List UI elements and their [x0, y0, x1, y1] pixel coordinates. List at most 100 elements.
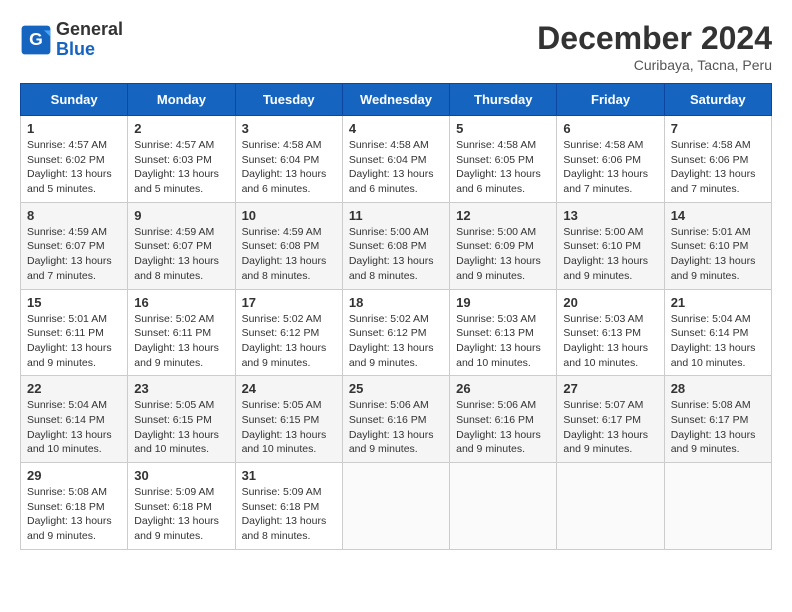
- calendar-cell: 20Sunrise: 5:03 AM Sunset: 6:13 PM Dayli…: [557, 289, 664, 376]
- logo-icon: G: [20, 24, 52, 56]
- day-number: 26: [456, 381, 550, 396]
- day-number: 17: [242, 295, 336, 310]
- calendar-cell: 19 Sunrise: 5:03 AM Sunset: 6:13 PM Dayli…: [450, 289, 557, 376]
- page-header: G General Blue December 2024 Curibaya, T…: [20, 20, 772, 73]
- day-info: Sunrise: 5:06 AM Sunset: 6:16 PM Dayligh…: [349, 398, 443, 457]
- calendar-cell: 12 Sunrise: 5:00 AM Sunset: 6:09 PM Dayli…: [450, 202, 557, 289]
- day-info: Sunrise: 4:58 AM Sunset: 6:04 PM Dayligh…: [349, 138, 443, 197]
- calendar-cell: 1Sunrise: 4:57 AM Sunset: 6:02 PM Daylig…: [21, 116, 128, 203]
- day-info: Sunrise: 4:58 AM Sunset: 6:05 PM Dayligh…: [456, 138, 550, 197]
- calendar-cell: [664, 463, 771, 550]
- day-number: 11: [349, 208, 443, 223]
- day-info: Sunrise: 5:00 AM Sunset: 6:08 PM Dayligh…: [349, 225, 443, 284]
- calendar-cell: 3 Sunrise: 4:58 AM Sunset: 6:04 PM Daylig…: [235, 116, 342, 203]
- calendar-cell: 11 Sunrise: 5:00 AM Sunset: 6:08 PM Dayli…: [342, 202, 449, 289]
- calendar-cell: 10 Sunrise: 4:59 AM Sunset: 6:08 PM Dayli…: [235, 202, 342, 289]
- calendar-cell: 8 Sunrise: 4:59 AM Sunset: 6:07 PM Daylig…: [21, 202, 128, 289]
- day-number: 7: [671, 121, 765, 136]
- calendar-cell: 25 Sunrise: 5:06 AM Sunset: 6:16 PM Dayli…: [342, 376, 449, 463]
- day-info: Sunrise: 4:58 AM Sunset: 6:06 PM Dayligh…: [671, 138, 765, 197]
- day-info: Sunrise: 5:01 AM Sunset: 6:11 PM Dayligh…: [27, 312, 121, 371]
- day-number: 16: [134, 295, 228, 310]
- day-number: 15: [27, 295, 121, 310]
- day-info: Sunrise: 5:09 AM Sunset: 6:18 PM Dayligh…: [134, 485, 228, 544]
- day-info: Sunrise: 4:59 AM Sunset: 6:07 PM Dayligh…: [134, 225, 228, 284]
- calendar-cell: 21 Sunrise: 5:04 AM Sunset: 6:14 PM Dayli…: [664, 289, 771, 376]
- day-number: 22: [27, 381, 121, 396]
- day-info: Sunrise: 5:01 AM Sunset: 6:10 PM Dayligh…: [671, 225, 765, 284]
- calendar-cell: 15 Sunrise: 5:01 AM Sunset: 6:11 PM Dayli…: [21, 289, 128, 376]
- day-number: 24: [242, 381, 336, 396]
- weekday-header: Saturday: [664, 84, 771, 116]
- day-info: Sunrise: 4:57 AM Sunset: 6:02 PM Dayligh…: [27, 138, 121, 197]
- calendar-cell: 31Sunrise: 5:09 AM Sunset: 6:18 PM Dayli…: [235, 463, 342, 550]
- calendar-cell: 26 Sunrise: 5:06 AM Sunset: 6:16 PM Dayli…: [450, 376, 557, 463]
- calendar-week-row: 22Sunrise: 5:04 AM Sunset: 6:14 PM Dayli…: [21, 376, 772, 463]
- calendar-cell: 18 Sunrise: 5:02 AM Sunset: 6:12 PM Dayli…: [342, 289, 449, 376]
- calendar-cell: [557, 463, 664, 550]
- calendar-cell: 7 Sunrise: 4:58 AM Sunset: 6:06 PM Daylig…: [664, 116, 771, 203]
- day-number: 18: [349, 295, 443, 310]
- day-number: 21: [671, 295, 765, 310]
- day-number: 20: [563, 295, 657, 310]
- svg-text:G: G: [29, 29, 43, 49]
- day-info: Sunrise: 5:05 AM Sunset: 6:15 PM Dayligh…: [242, 398, 336, 457]
- calendar-table: SundayMondayTuesdayWednesdayThursdayFrid…: [20, 83, 772, 550]
- calendar-week-row: 1Sunrise: 4:57 AM Sunset: 6:02 PM Daylig…: [21, 116, 772, 203]
- calendar-body: 1Sunrise: 4:57 AM Sunset: 6:02 PM Daylig…: [21, 116, 772, 550]
- day-number: 3: [242, 121, 336, 136]
- day-info: Sunrise: 5:08 AM Sunset: 6:18 PM Dayligh…: [27, 485, 121, 544]
- calendar-cell: 2 Sunrise: 4:57 AM Sunset: 6:03 PM Daylig…: [128, 116, 235, 203]
- day-info: Sunrise: 4:58 AM Sunset: 6:04 PM Dayligh…: [242, 138, 336, 197]
- day-info: Sunrise: 5:06 AM Sunset: 6:16 PM Dayligh…: [456, 398, 550, 457]
- day-number: 14: [671, 208, 765, 223]
- weekday-header: Sunday: [21, 84, 128, 116]
- location: Curibaya, Tacna, Peru: [537, 57, 772, 73]
- calendar-cell: 13Sunrise: 5:00 AM Sunset: 6:10 PM Dayli…: [557, 202, 664, 289]
- day-number: 29: [27, 468, 121, 483]
- calendar-cell: 24 Sunrise: 5:05 AM Sunset: 6:15 PM Dayli…: [235, 376, 342, 463]
- day-info: Sunrise: 4:59 AM Sunset: 6:07 PM Dayligh…: [27, 225, 121, 284]
- weekday-header: Monday: [128, 84, 235, 116]
- day-number: 9: [134, 208, 228, 223]
- month-title: December 2024: [537, 20, 772, 57]
- day-number: 12: [456, 208, 550, 223]
- day-number: 6: [563, 121, 657, 136]
- day-info: Sunrise: 5:02 AM Sunset: 6:11 PM Dayligh…: [134, 312, 228, 371]
- day-number: 28: [671, 381, 765, 396]
- calendar-week-row: 8 Sunrise: 4:59 AM Sunset: 6:07 PM Daylig…: [21, 202, 772, 289]
- logo-text: General Blue: [56, 20, 123, 60]
- calendar-cell: 6Sunrise: 4:58 AM Sunset: 6:06 PM Daylig…: [557, 116, 664, 203]
- day-number: 25: [349, 381, 443, 396]
- day-info: Sunrise: 4:59 AM Sunset: 6:08 PM Dayligh…: [242, 225, 336, 284]
- day-info: Sunrise: 5:04 AM Sunset: 6:14 PM Dayligh…: [671, 312, 765, 371]
- calendar-cell: 5 Sunrise: 4:58 AM Sunset: 6:05 PM Daylig…: [450, 116, 557, 203]
- weekday-header: Wednesday: [342, 84, 449, 116]
- day-info: Sunrise: 5:02 AM Sunset: 6:12 PM Dayligh…: [242, 312, 336, 371]
- weekday-header: Tuesday: [235, 84, 342, 116]
- calendar-cell: 27 Sunrise: 5:07 AM Sunset: 6:17 PM Dayli…: [557, 376, 664, 463]
- day-info: Sunrise: 5:00 AM Sunset: 6:09 PM Dayligh…: [456, 225, 550, 284]
- day-number: 8: [27, 208, 121, 223]
- day-info: Sunrise: 5:08 AM Sunset: 6:17 PM Dayligh…: [671, 398, 765, 457]
- day-number: 2: [134, 121, 228, 136]
- calendar-cell: 17 Sunrise: 5:02 AM Sunset: 6:12 PM Dayli…: [235, 289, 342, 376]
- logo: G General Blue: [20, 20, 123, 60]
- calendar-cell: 9 Sunrise: 4:59 AM Sunset: 6:07 PM Daylig…: [128, 202, 235, 289]
- calendar-cell: [450, 463, 557, 550]
- day-number: 19: [456, 295, 550, 310]
- day-number: 10: [242, 208, 336, 223]
- day-info: Sunrise: 4:57 AM Sunset: 6:03 PM Dayligh…: [134, 138, 228, 197]
- day-number: 30: [134, 468, 228, 483]
- calendar-cell: 4Sunrise: 4:58 AM Sunset: 6:04 PM Daylig…: [342, 116, 449, 203]
- calendar-cell: [342, 463, 449, 550]
- day-info: Sunrise: 5:03 AM Sunset: 6:13 PM Dayligh…: [456, 312, 550, 371]
- day-info: Sunrise: 5:07 AM Sunset: 6:17 PM Dayligh…: [563, 398, 657, 457]
- day-number: 5: [456, 121, 550, 136]
- weekday-header: Friday: [557, 84, 664, 116]
- day-info: Sunrise: 5:02 AM Sunset: 6:12 PM Dayligh…: [349, 312, 443, 371]
- day-info: Sunrise: 5:09 AM Sunset: 6:18 PM Dayligh…: [242, 485, 336, 544]
- day-number: 27: [563, 381, 657, 396]
- title-block: December 2024 Curibaya, Tacna, Peru: [537, 20, 772, 73]
- calendar-cell: 30 Sunrise: 5:09 AM Sunset: 6:18 PM Dayli…: [128, 463, 235, 550]
